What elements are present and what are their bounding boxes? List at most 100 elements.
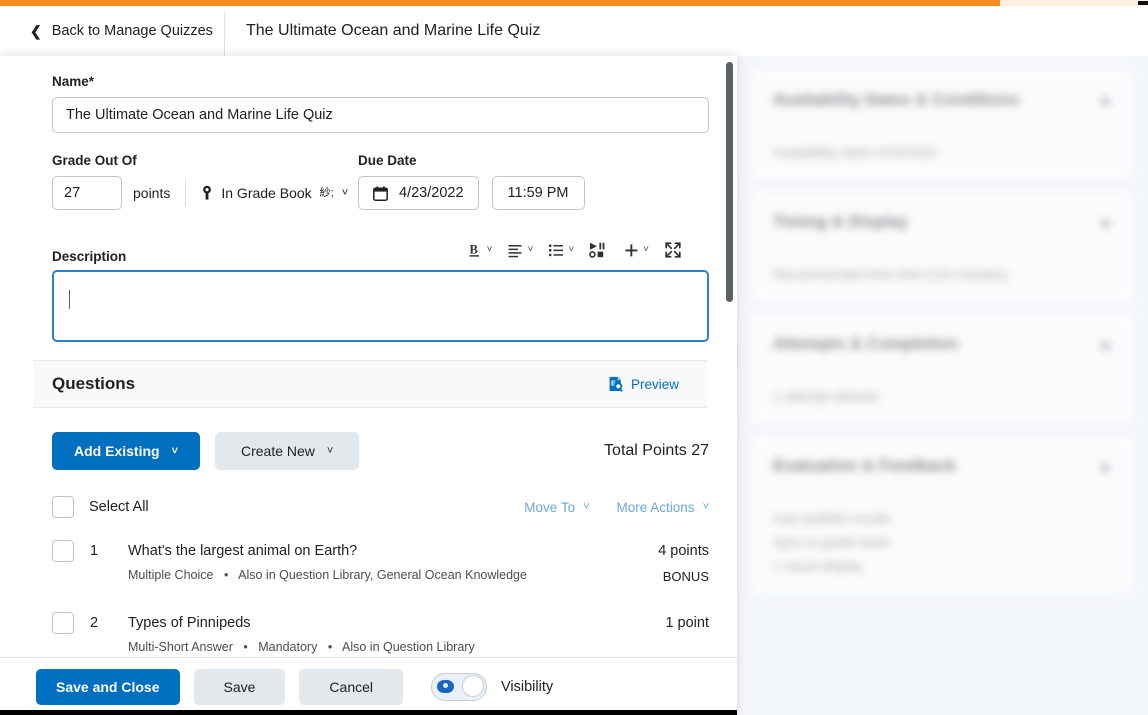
chevron-down-icon: ˅ bbox=[702, 500, 709, 513]
due-time-input[interactable]: 11:59 PM bbox=[491, 176, 585, 210]
grade-and-due-row: Grade Out Of points bbox=[52, 153, 709, 210]
bold-button[interactable]: B ˅ bbox=[462, 239, 498, 262]
separator-dot: • bbox=[223, 568, 229, 582]
chevron-down-icon[interactable]: ˅ bbox=[643, 245, 649, 255]
chevron-down-icon: ˅ bbox=[583, 500, 590, 513]
question-type: Multiple Choice bbox=[128, 568, 214, 582]
save-button[interactable]: Save bbox=[193, 668, 286, 705]
name-field-label: Name* bbox=[52, 74, 709, 89]
list-button[interactable]: ˅ bbox=[543, 240, 579, 261]
question-bulk-actions-row: Select All Move To ˅ More Actions ˅ bbox=[0, 496, 737, 518]
fullscreen-button[interactable] bbox=[659, 238, 687, 262]
select-all-checkbox[interactable] bbox=[52, 496, 74, 518]
question-checkbox[interactable] bbox=[52, 612, 74, 634]
align-left-icon bbox=[507, 243, 524, 258]
chevron-right-icon: ▶ bbox=[1102, 336, 1112, 352]
preview-button[interactable]: E Preview bbox=[608, 376, 679, 392]
fullscreen-icon bbox=[664, 241, 682, 259]
insert-stuff-button[interactable] bbox=[584, 239, 613, 261]
due-date-input[interactable]: 4/23/2022 bbox=[358, 176, 479, 210]
description-header: Description B ˅ ˅ ˅ ˅ bbox=[52, 230, 709, 264]
align-button[interactable]: ˅ bbox=[502, 240, 538, 261]
divider bbox=[773, 129, 1112, 130]
add-existing-label: Add Existing bbox=[74, 443, 160, 459]
rail-card-header: Evaluation & Feedback ▶ bbox=[773, 457, 1112, 476]
question-meta: Multi-Short Answer • Mandatory • Also in… bbox=[128, 640, 629, 654]
grade-out-of-input[interactable] bbox=[52, 176, 122, 210]
rail-card-line: Recommended time limit (120 minutes) bbox=[773, 267, 1008, 282]
panel-scrollbar-thumb[interactable] bbox=[726, 62, 733, 302]
question-points: 4 points bbox=[658, 543, 709, 559]
rail-card-attempts-completion[interactable]: Attempts & Completion ▶ 1 attempt allowe… bbox=[751, 312, 1134, 425]
question-title[interactable]: Types of Pinnipeds bbox=[128, 612, 629, 634]
total-points-label: Total Points 27 bbox=[604, 442, 709, 459]
create-new-label: Create New bbox=[241, 443, 315, 459]
question-body: Types of Pinnipeds Multi-Short Answer • … bbox=[128, 612, 629, 654]
panel-footer: Save and Close Save Cancel Visibility bbox=[0, 657, 737, 715]
due-date-value: 4/23/2022 bbox=[399, 185, 464, 201]
in-grade-book-dropdown[interactable]: In Grade Book 紗; ˅ bbox=[201, 185, 348, 201]
chevron-right-icon: ▶ bbox=[1102, 214, 1112, 230]
rail-card-evaluation-feedback[interactable]: Evaluation & Feedback ▶ Auto-publish res… bbox=[751, 434, 1134, 595]
preview-label: Preview bbox=[630, 376, 679, 392]
eye-icon bbox=[437, 679, 455, 693]
due-time-value: 11:59 PM bbox=[507, 185, 569, 201]
rail-card-title: Availability Dates & Conditions bbox=[773, 91, 1020, 109]
question-title[interactable]: What's the largest animal on Earth? bbox=[128, 540, 629, 562]
question-points: 1 point bbox=[665, 615, 709, 631]
question-number: 2 bbox=[90, 615, 99, 631]
required-marker: * bbox=[88, 74, 95, 89]
chevron-down-icon: ˅ bbox=[326, 444, 334, 457]
more-actions-dropdown[interactable]: More Actions ˅ bbox=[617, 500, 709, 515]
question-body: What's the largest animal on Earth? Mult… bbox=[128, 540, 629, 582]
visibility-toggle[interactable] bbox=[431, 672, 488, 701]
panel-scrollbar-track[interactable] bbox=[726, 62, 733, 651]
rail-card-line: Sync to grade book bbox=[773, 535, 890, 550]
description-label: Description bbox=[52, 249, 127, 264]
add-more-button[interactable]: ˅ bbox=[618, 239, 654, 262]
chevron-down-glyph: ˅ bbox=[341, 186, 349, 199]
preview-icon: E bbox=[608, 376, 624, 392]
rail-card-line: Auto-publish results bbox=[773, 511, 892, 526]
settings-rail-cards: Availability Dates & Conditions ▶ Availa… bbox=[737, 56, 1148, 595]
chevron-down-icon: 紗; bbox=[319, 186, 334, 199]
cancel-button[interactable]: Cancel bbox=[299, 668, 404, 705]
chevron-down-icon[interactable]: ˅ bbox=[568, 245, 574, 255]
back-link-label: Back to Manage Quizzes bbox=[51, 23, 213, 39]
quiz-edit-panel: Name* Grade Out Of points bbox=[0, 56, 737, 715]
move-to-label: Move To bbox=[524, 499, 576, 515]
question-mandatory-flag: Mandatory bbox=[258, 640, 318, 654]
chevron-left-icon: ❮ bbox=[30, 23, 42, 39]
question-meta: Multiple Choice • Also in Question Libra… bbox=[128, 568, 629, 582]
text-cursor bbox=[69, 290, 70, 309]
rail-card-header: Attempts & Completion ▶ bbox=[773, 335, 1112, 354]
quiz-name-input[interactable] bbox=[52, 97, 709, 133]
save-and-close-button[interactable]: Save and Close bbox=[36, 668, 180, 705]
rail-card-availability[interactable]: Availability Dates & Conditions ▶ Availa… bbox=[751, 68, 1134, 181]
rail-card-title: Attempts & Completion bbox=[773, 335, 959, 353]
plus-icon bbox=[623, 242, 640, 259]
separator-dot: • bbox=[327, 640, 333, 654]
table-row[interactable]: 1 What's the largest animal on Earth? Mu… bbox=[52, 540, 709, 588]
questions-heading: Questions bbox=[52, 374, 136, 393]
table-row[interactable]: 2 Types of Pinnipeds Multi-Short Answer … bbox=[52, 612, 709, 654]
description-editor[interactable] bbox=[52, 270, 709, 342]
due-date-controls: 4/23/2022 11:59 PM bbox=[358, 176, 709, 210]
chevron-down-icon[interactable]: ˅ bbox=[527, 245, 533, 255]
calendar-icon bbox=[373, 185, 388, 201]
page-title: The Ultimate Ocean and Marine Life Quiz bbox=[246, 22, 541, 39]
cancel-label: Cancel bbox=[329, 678, 374, 695]
add-existing-button[interactable]: Add Existing ˅ bbox=[52, 432, 200, 470]
question-checkbox[interactable] bbox=[52, 540, 74, 562]
divider bbox=[185, 180, 187, 206]
rail-card-timing-display[interactable]: Timing & Display ▶ Recommended time limi… bbox=[751, 190, 1134, 303]
move-to-dropdown[interactable]: Move To ˅ bbox=[524, 500, 589, 515]
select-all-label: Select All bbox=[89, 499, 149, 515]
chevron-down-icon[interactable]: ˅ bbox=[487, 245, 493, 255]
rail-card-title: Evaluation & Feedback bbox=[773, 457, 956, 475]
toggle-knob[interactable] bbox=[462, 674, 485, 697]
save-and-close-label: Save and Close bbox=[56, 678, 160, 695]
create-new-button[interactable]: Create New ˅ bbox=[215, 432, 360, 470]
more-actions-label: More Actions bbox=[616, 499, 695, 515]
back-to-manage-quizzes-link[interactable]: ❮ Back to Manage Quizzes bbox=[30, 6, 213, 56]
